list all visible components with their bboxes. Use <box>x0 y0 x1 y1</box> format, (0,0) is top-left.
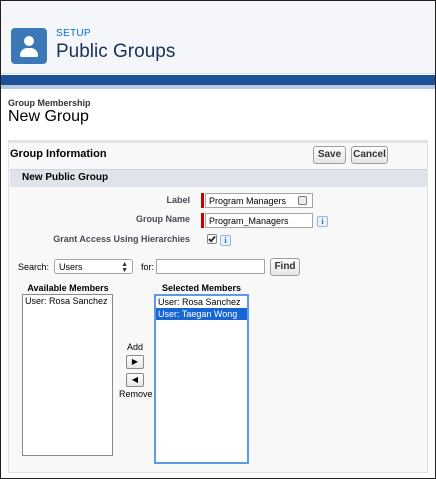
group-name-input[interactable]: Program_Managers <box>205 213 313 228</box>
search-type-value: Users <box>59 262 83 272</box>
autofill-icon <box>298 196 307 205</box>
header-band-light <box>1 85 435 89</box>
header-band <box>1 75 435 85</box>
public-groups-icon <box>11 28 47 64</box>
selected-members-list[interactable]: User: Rosa Sanchez User: Taegan Wong <box>154 294 249 464</box>
page-title: New Group <box>8 108 89 125</box>
search-type-select[interactable]: Users ▲ ▼ <box>54 259 133 274</box>
selected-member-option[interactable]: User: Taegan Wong <box>156 308 247 320</box>
info-icon[interactable]: i <box>317 216 328 227</box>
search-input[interactable] <box>156 259 265 274</box>
add-label: Add <box>127 342 144 352</box>
find-button[interactable]: Find <box>270 258 300 276</box>
available-members-title: Available Members <box>27 283 109 293</box>
cancel-button[interactable]: Cancel <box>351 146 388 164</box>
setup-header: SETUP Public Groups <box>1 1 435 74</box>
required-indicator <box>201 193 204 208</box>
selected-member-option[interactable]: User: Rosa Sanchez <box>156 296 247 308</box>
add-arrow-button[interactable]: ▶ <box>126 355 144 369</box>
page-header-title: Public Groups <box>56 41 176 62</box>
page-subtitle: Group Membership <box>8 98 91 108</box>
label-input[interactable]: Program Managers <box>205 193 313 208</box>
info-icon[interactable]: i <box>220 235 231 246</box>
selected-members-title: Selected Members <box>161 283 242 293</box>
for-label: for: <box>141 262 155 272</box>
grant-access-label: Grant Access Using Hierarchies <box>53 234 190 244</box>
required-indicator <box>201 213 204 228</box>
remove-label: Remove <box>119 389 153 399</box>
panel-title: Group Information <box>10 148 107 160</box>
available-member-option[interactable]: User: Rosa Sanchez <box>23 295 112 307</box>
checkmark-icon <box>208 234 216 243</box>
remove-arrow-button[interactable]: ◀ <box>126 373 144 387</box>
label-field-label: Label <box>166 195 190 205</box>
select-caret-icon: ▲ ▼ <box>121 261 128 274</box>
search-label: Search: <box>18 262 50 272</box>
available-members-list[interactable]: User: Rosa Sanchez <box>22 294 113 456</box>
save-button[interactable]: Save <box>313 146 346 164</box>
group-name-field-label: Group Name <box>135 214 190 224</box>
grant-access-checkbox[interactable] <box>207 234 217 244</box>
section-title: New Public Group <box>22 172 109 183</box>
setup-breadcrumb[interactable]: SETUP <box>56 28 91 39</box>
